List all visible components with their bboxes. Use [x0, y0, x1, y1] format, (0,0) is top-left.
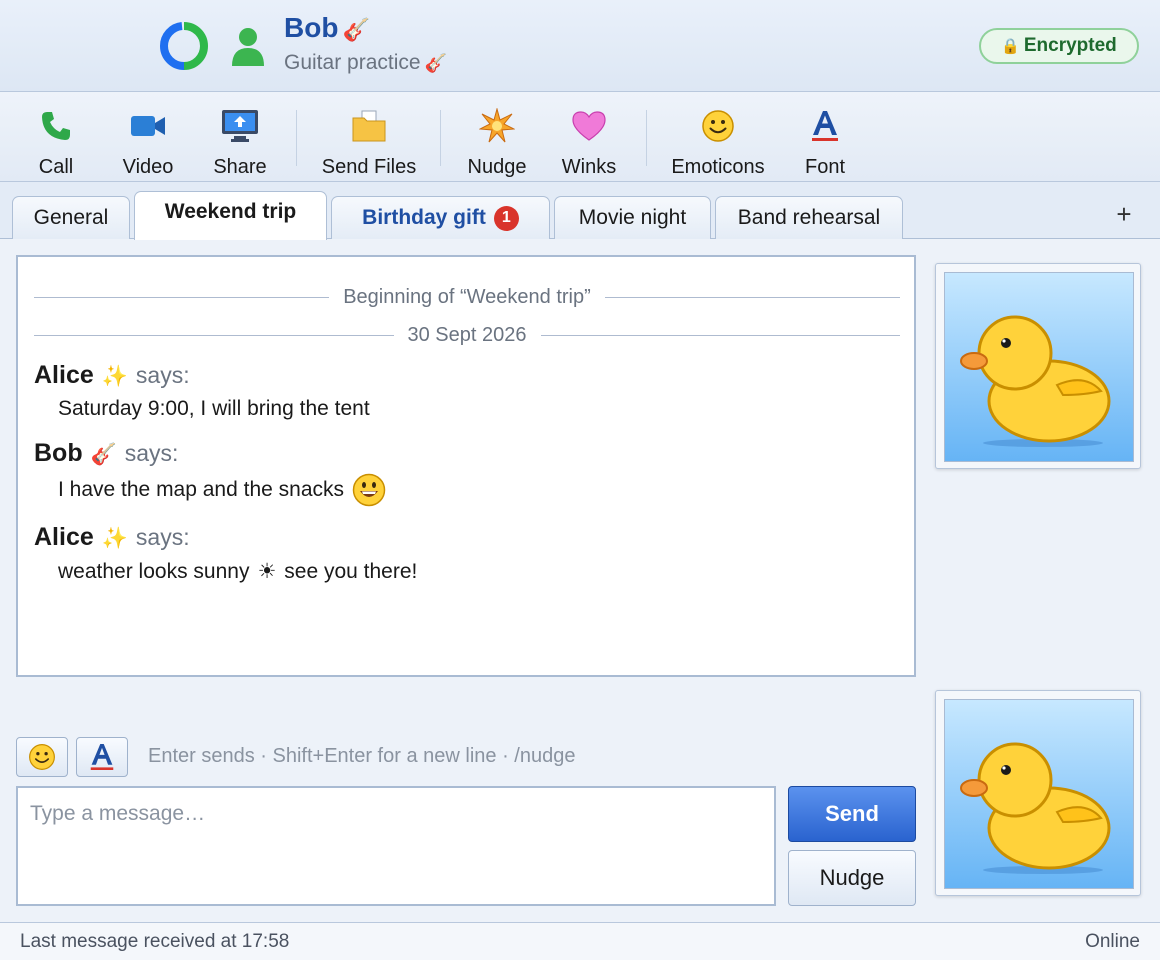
- video-label: Video: [122, 156, 174, 178]
- share-button[interactable]: Share: [210, 92, 270, 182]
- sender-name: Alice: [34, 523, 94, 551]
- nudge-toolbar-button[interactable]: Nudge: [466, 92, 528, 182]
- conversation-header: Bob 🎸 Guitar practice 🎸 🔒 Encrypted: [0, 0, 1160, 92]
- message-header: Bob 🎸 says:: [34, 439, 178, 468]
- message-header: Alice ✨ says:: [34, 523, 190, 552]
- contact-status-message: Guitar practice 🎸: [284, 51, 447, 75]
- tab-weekend-trip[interactable]: Weekend trip: [134, 191, 327, 240]
- tab-general[interactable]: General: [12, 196, 130, 239]
- font-label: Font: [804, 156, 846, 178]
- divider-line: [34, 334, 394, 336]
- sender-name: Alice: [34, 361, 94, 389]
- rubber-duck-avatar: [944, 272, 1134, 462]
- toolbar-separator: [296, 110, 297, 166]
- message-content-continued: see you there!: [284, 559, 418, 583]
- status-text: Guitar practice: [284, 51, 421, 74]
- message-content: Saturday 9:00, I will bring the tent: [58, 397, 370, 420]
- message-text: weather looks sunny ☀ see you there!: [58, 559, 417, 584]
- toolbar-separator: [646, 110, 647, 166]
- smiley-icon: [701, 106, 735, 146]
- beginning-label: Beginning of “Weekend trip”: [343, 285, 591, 308]
- message-content: I have the map and the snacks: [58, 478, 345, 501]
- sun-icon: ☀: [257, 560, 277, 583]
- winks-button[interactable]: Winks: [560, 92, 618, 182]
- contact-avatar[interactable]: [935, 263, 1141, 469]
- contact-name[interactable]: Bob 🎸: [284, 12, 370, 44]
- conversation-tabs: General Weekend trip Birthday gift 1 Mov…: [0, 182, 1160, 240]
- toolbar: Call Video Share Send Files Nudge Winks: [0, 92, 1160, 182]
- guitar-icon: 🎸: [342, 17, 370, 42]
- emoticons-label: Emoticons: [671, 156, 765, 178]
- conversation-history[interactable]: Beginning of “Weekend trip” 30 Sept 2026…: [16, 255, 916, 677]
- message-text: I have the map and the snacks: [58, 473, 386, 507]
- rubber-duck-avatar: [944, 699, 1134, 889]
- send-files-label: Send Files: [321, 156, 417, 178]
- message-content: weather looks sunny: [58, 559, 250, 583]
- font-a-icon: [89, 742, 115, 772]
- send-button[interactable]: Send: [788, 786, 916, 842]
- call-button[interactable]: Call: [32, 92, 80, 182]
- divider-line: [540, 334, 900, 336]
- guitar-icon: 🎸: [424, 53, 447, 73]
- says-label: says:: [124, 440, 179, 466]
- date-label: 30 Sept 2026: [407, 323, 527, 346]
- message-header: Alice ✨ says:: [34, 361, 190, 390]
- toolbar-separator: [440, 110, 441, 166]
- tab-label: Movie night: [578, 206, 687, 229]
- tab-birthday-gift[interactable]: Birthday gift 1: [331, 196, 550, 239]
- share-label: Share: [213, 156, 267, 178]
- contact-name-text: Bob: [284, 12, 339, 43]
- self-avatar[interactable]: [935, 690, 1141, 896]
- tab-band-rehearsal[interactable]: Band rehearsal: [715, 196, 903, 239]
- add-tab-button[interactable]: +: [1110, 196, 1138, 232]
- beginning-divider: Beginning of “Weekend trip”: [34, 285, 900, 309]
- composer-hint: Enter sends · Shift+Enter for a new line…: [148, 745, 576, 767]
- heart-icon: [572, 106, 606, 146]
- last-message-status: Last message received at 17:58: [20, 931, 290, 952]
- emoticons-button[interactable]: Emoticons: [670, 92, 766, 182]
- tab-label: Band rehearsal: [737, 206, 881, 229]
- nudge-burst-icon: [479, 106, 515, 146]
- smiley-icon: [28, 743, 56, 771]
- presence-status: Online: [1085, 931, 1140, 952]
- says-label: says:: [135, 524, 190, 550]
- winks-label: Winks: [561, 156, 617, 178]
- nudge-toolbar-label: Nudge: [467, 156, 527, 178]
- font-a-icon: [810, 106, 840, 146]
- screen-share-icon: [221, 106, 259, 146]
- emoticon-picker-button[interactable]: [16, 737, 68, 777]
- divider-line: [34, 296, 330, 298]
- tab-label: Weekend trip: [164, 200, 297, 223]
- lock-icon: 🔒: [1001, 38, 1020, 55]
- app-logo: [160, 22, 208, 70]
- folder-icon: [352, 106, 386, 146]
- divider-line: [604, 296, 900, 298]
- sparkles-icon: ✨: [101, 527, 128, 550]
- tab-label: General: [33, 206, 109, 229]
- guitar-icon: 🎸: [90, 443, 117, 466]
- date-divider: 30 Sept 2026: [34, 323, 900, 347]
- phone-icon: [39, 106, 73, 146]
- message-input[interactable]: [16, 786, 776, 906]
- grinning-face-icon: [352, 473, 386, 507]
- send-files-button[interactable]: Send Files: [318, 92, 420, 182]
- call-label: Call: [38, 156, 74, 178]
- status-bar: Last message received at 17:58 Online: [0, 922, 1160, 960]
- encryption-label: Encrypted: [1023, 35, 1117, 56]
- video-camera-icon: [130, 106, 166, 146]
- nudge-button[interactable]: Nudge: [788, 850, 916, 906]
- says-label: says:: [135, 362, 190, 388]
- sparkles-icon: ✨: [101, 365, 128, 388]
- font-picker-button[interactable]: [76, 737, 128, 777]
- font-button[interactable]: Font: [800, 92, 850, 182]
- sender-name: Bob: [34, 439, 83, 467]
- contact-presence-icon[interactable]: [230, 26, 266, 68]
- tab-movie-night[interactable]: Movie night: [554, 196, 711, 239]
- message-text: Saturday 9:00, I will bring the tent: [58, 397, 370, 421]
- encryption-badge[interactable]: 🔒 Encrypted: [979, 28, 1139, 64]
- tab-label: Birthday gift: [362, 206, 486, 229]
- unread-badge: 1: [493, 205, 519, 231]
- video-button[interactable]: Video: [118, 92, 178, 182]
